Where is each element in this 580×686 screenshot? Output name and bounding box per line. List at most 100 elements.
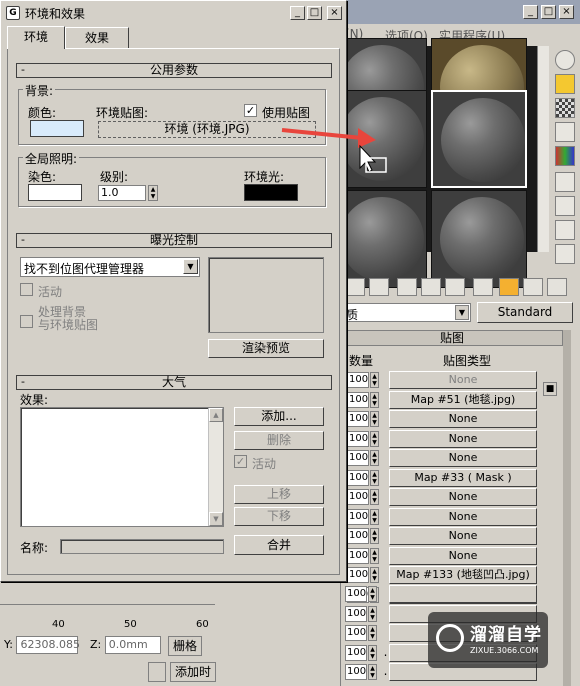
map-slot-button[interactable]: None [389, 410, 537, 428]
map-amount-field[interactable]: 100 [347, 411, 369, 427]
map-amount-spinner[interactable]: ▲▼ [370, 547, 379, 564]
map-amount-field[interactable]: 100 [345, 586, 367, 602]
map-slot-button[interactable]: None [389, 546, 537, 565]
effects-list-scrollbar[interactable]: ▲ ▼ [208, 408, 223, 526]
material-name-combo[interactable]: 质 ▼ [341, 303, 471, 322]
material-slot[interactable] [431, 190, 527, 288]
exposure-header[interactable]: - 曝光控制 [16, 233, 332, 248]
show-map-icon[interactable] [473, 278, 493, 296]
level-spinner[interactable]: ▲ ▼ [148, 185, 158, 201]
map-amount-field[interactable]: 100 [345, 625, 367, 641]
panel-scrollbar[interactable] [563, 330, 571, 686]
chevron-down-icon[interactable]: ▼ [455, 305, 469, 320]
scroll-up-icon[interactable]: ▲ [209, 408, 223, 422]
assign-material-icon[interactable] [369, 278, 389, 296]
map-amount-field[interactable]: 100 [347, 508, 369, 525]
map-amount-field[interactable]: 100 [347, 567, 369, 583]
sample-uv-icon[interactable] [555, 122, 575, 142]
maximize-button[interactable]: □ [541, 5, 556, 19]
video-color-icon[interactable] [555, 146, 575, 166]
minimize-button[interactable]: _ [523, 5, 538, 19]
map-amount-spinner[interactable]: ▲▼ [370, 528, 379, 544]
map-amount-field[interactable]: 100 [347, 372, 369, 388]
close-button[interactable]: × [559, 5, 574, 19]
map-amount-field[interactable]: 100 [347, 489, 369, 505]
chevron-down-icon[interactable]: ▼ [183, 259, 198, 274]
use-map-checkbox[interactable]: ✓ [244, 104, 257, 117]
exposure-type-dropdown[interactable]: 找不到位图代理管理器 ▼ [20, 257, 200, 277]
effect-name-field[interactable] [60, 539, 224, 554]
level-input[interactable]: 1.0 [98, 185, 146, 201]
minimize-button[interactable]: _ [290, 6, 305, 20]
map-amount-spinner[interactable]: ▲▼ [368, 664, 377, 680]
map-amount-spinner[interactable]: ▲▼ [370, 372, 379, 388]
map-slot-button[interactable]: None [389, 429, 537, 448]
tint-color-swatch[interactable] [28, 184, 82, 201]
map-amount-field[interactable]: 100 [347, 547, 369, 564]
y-field[interactable]: 62308.085 [16, 636, 80, 654]
map-amount-spinner[interactable]: ▲▼ [370, 450, 379, 466]
effect-active-checkbox[interactable]: ✓ [234, 455, 247, 468]
map-amount-spinner[interactable]: ▲▼ [370, 411, 379, 427]
material-type-button[interactable]: Standard [477, 302, 573, 323]
select-by-material-icon[interactable] [555, 220, 575, 240]
maps-rollout-header[interactable]: 贴图 [341, 330, 563, 346]
map-amount-field[interactable]: 100 [345, 644, 367, 661]
map-amount-spinner[interactable]: ▲▼ [368, 586, 377, 602]
checker-icon[interactable] [555, 98, 575, 118]
map-amount-spinner[interactable]: ▲▼ [370, 508, 379, 525]
map-amount-field[interactable]: 100 [347, 528, 369, 544]
render-preview-button[interactable]: 渲染预览 [208, 339, 324, 358]
map-slot-button[interactable] [389, 585, 537, 603]
map-amount-field[interactable]: 100 [347, 450, 369, 466]
move-down-button[interactable]: 下移 [234, 507, 324, 526]
map-amount-spinner[interactable]: ▲▼ [370, 567, 379, 583]
map-slot-button[interactable]: Map #51 (地毯.jpg) [389, 390, 537, 409]
add-effect-button[interactable]: 添加... [234, 407, 324, 426]
map-slot-button[interactable]: Map #133 (地毯凹凸.jpg) [389, 566, 537, 584]
material-slot-selected[interactable] [431, 90, 527, 188]
map-slot-button[interactable]: None [389, 527, 537, 545]
timeline-ruler[interactable]: 40 50 60 [0, 604, 215, 630]
dialog-titlebar[interactable]: G 环境和效果 _ □ × [3, 3, 344, 23]
z-field[interactable]: 0.0mm [104, 636, 161, 654]
map-amount-field[interactable]: 100 [345, 605, 367, 622]
close-button[interactable]: × [327, 6, 342, 20]
map-amount-spinner[interactable]: ▲▼ [368, 625, 377, 641]
effects-list[interactable]: ▲ ▼ [20, 407, 224, 527]
map-amount-field[interactable]: 100 [347, 391, 369, 408]
add-time-tag-button[interactable]: 添加时 [170, 662, 217, 682]
map-amount-field[interactable]: 100 [345, 664, 367, 680]
map-slot-button[interactable]: None [389, 371, 537, 389]
map-slot-button[interactable]: None [389, 488, 537, 506]
slots-scrollbar[interactable] [537, 46, 549, 252]
tab-environment[interactable]: 环境 [7, 26, 65, 49]
key-filter-icon[interactable] [148, 662, 166, 682]
common-params-header[interactable]: - 公用参数 [16, 63, 332, 78]
map-amount-spinner[interactable]: ▲▼ [370, 391, 379, 408]
make-unique-icon[interactable] [421, 278, 441, 296]
map-amount-field[interactable]: 100 [347, 430, 369, 447]
map-amount-spinner[interactable]: ▲▼ [370, 489, 379, 505]
map-amount-spinner[interactable]: ▲▼ [370, 469, 379, 486]
map-amount-field[interactable]: 100 [347, 469, 369, 486]
put-to-scene-icon[interactable] [345, 278, 365, 296]
map-slot-button[interactable]: None [389, 449, 537, 467]
maximize-button[interactable]: □ [307, 6, 322, 20]
move-up-button[interactable]: 上移 [234, 485, 324, 504]
process-bg-checkbox[interactable] [20, 315, 33, 328]
scroll-down-icon[interactable]: ▼ [209, 512, 223, 526]
delete-effect-button[interactable]: 删除 [234, 431, 324, 450]
grid-button[interactable]: 栅格 [168, 636, 203, 656]
map-amount-spinner[interactable]: ▲▼ [368, 605, 377, 622]
reset-map-icon[interactable] [397, 278, 417, 296]
sphere-icon[interactable] [555, 50, 575, 70]
map-slot-button[interactable]: None [389, 507, 537, 526]
material-navigator-icon[interactable] [555, 244, 575, 264]
make-preview-icon[interactable] [555, 172, 575, 192]
go-forward-icon[interactable] [547, 278, 567, 296]
map-slot-button[interactable]: Map #33 ( Mask ) [389, 468, 537, 487]
tab-effects[interactable]: 效果 [65, 27, 129, 49]
merge-button[interactable]: 合并 [234, 535, 324, 555]
map-amount-spinner[interactable]: ▲▼ [370, 430, 379, 447]
